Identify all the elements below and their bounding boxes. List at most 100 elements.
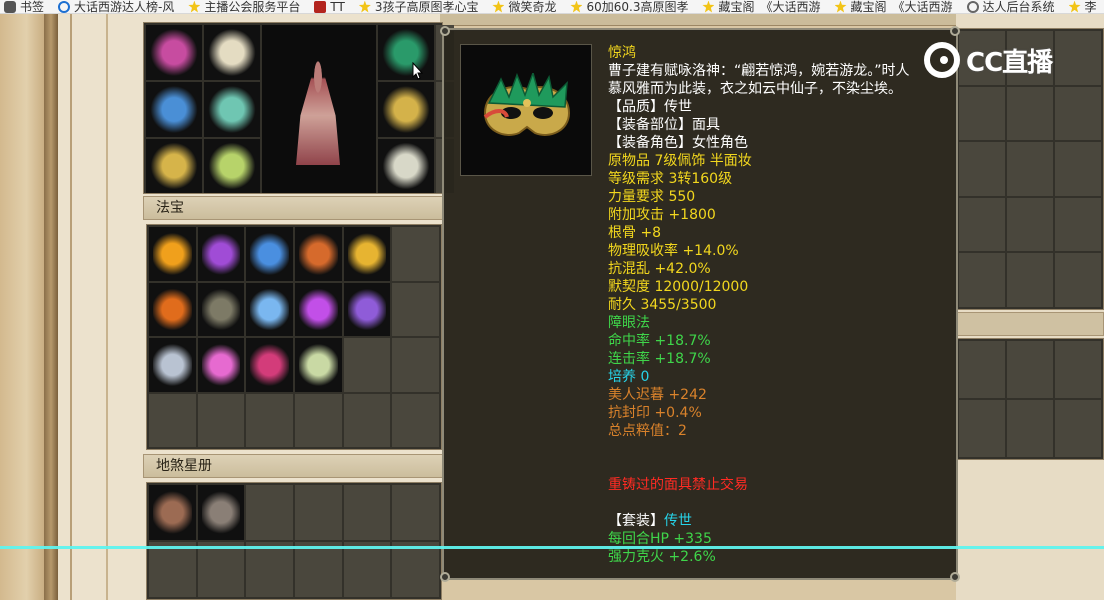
tooltip-line: 慕风雅而为此装，衣之如云中仙子，不染尘埃。: [608, 80, 958, 98]
empty-slot[interactable]: [197, 393, 245, 447]
inventory-slot[interactable]: [959, 197, 1005, 252]
empty-slot[interactable]: [149, 542, 196, 597]
app-icon: [314, 0, 327, 13]
stone-tablet-icon: [201, 286, 241, 332]
inventory-slot[interactable]: [1055, 197, 1101, 252]
bookmark-item[interactable]: 微笑奇龙: [488, 0, 566, 13]
inventory-slot[interactable]: [1055, 253, 1101, 307]
empty-slot[interactable]: [343, 338, 391, 392]
fire-orb-slot[interactable]: [149, 227, 196, 281]
tooltip-corner: [950, 572, 960, 582]
bookmark-item[interactable]: 60加60.3高原图孝: [566, 0, 698, 13]
gold-pendant-slot[interactable]: [146, 139, 202, 193]
inventory-slot[interactable]: [1007, 253, 1053, 307]
inventory-slot[interactable]: [1055, 31, 1101, 85]
inventory-slot[interactable]: [1055, 86, 1101, 141]
tooltip-line-text: 物理吸收率 +14.0%: [608, 243, 739, 259]
tooltip-line: 耐久 3455/3500: [608, 296, 958, 314]
bookmark-label: 主播公会服务平台: [204, 0, 301, 14]
inventory-slot[interactable]: [959, 142, 1005, 196]
empty-slot[interactable]: [149, 393, 196, 447]
pipa-slot[interactable]: [295, 227, 342, 281]
stone-tablet-slot[interactable]: [197, 282, 245, 336]
empty-slot[interactable]: [197, 542, 245, 597]
purple-lantern-slot[interactable]: [343, 282, 391, 336]
mouse-cursor-icon: [412, 62, 424, 80]
jade-cube-slot[interactable]: [295, 338, 342, 392]
tentacle-accessory-slot[interactable]: [146, 25, 202, 80]
character-portrait: [262, 25, 376, 193]
empty-slot[interactable]: [295, 393, 342, 447]
warrior-card-2-slot[interactable]: [197, 485, 245, 540]
flame-fan-slot[interactable]: [149, 282, 196, 336]
tooltip-line-text: 慕风雅而为此装，衣之如云中仙子，不染尘埃。: [608, 81, 902, 97]
bookmark-item[interactable]: 书签: [0, 0, 54, 13]
tooltip-line: 抗封印 +0.4%: [608, 404, 958, 422]
blue-claw-slot[interactable]: [246, 227, 293, 281]
skull-helmet-icon: [208, 29, 256, 76]
tooltip-line: 总点粹值：2: [608, 422, 958, 440]
empty-slot[interactable]: [392, 227, 439, 281]
inventory-slot[interactable]: [959, 341, 1005, 398]
mask-slot-slot[interactable]: [378, 25, 434, 80]
bookmark-item[interactable]: 藏宝阁_《大话西游: [831, 0, 963, 13]
cc-logo-icon: [924, 42, 960, 78]
green-armor-slot[interactable]: [204, 82, 260, 137]
bookmark-item[interactable]: 李: [1065, 0, 1104, 13]
green-boots-icon: [208, 143, 256, 189]
empty-slot[interactable]: [295, 542, 342, 597]
blue-spear-slot[interactable]: [146, 82, 202, 137]
ice-gauntlet-slot[interactable]: [246, 282, 293, 336]
bookmark-item[interactable]: 3孩子高原图孝心宝: [355, 0, 489, 13]
ring-slot-slot[interactable]: [378, 82, 434, 137]
skull-helmet-slot[interactable]: [204, 25, 260, 80]
empty-slot[interactable]: [392, 282, 439, 336]
purple-scroll-icon: [201, 231, 241, 277]
necklace-slot-slot[interactable]: [378, 139, 434, 193]
empty-slot[interactable]: [343, 542, 391, 597]
empty-slot[interactable]: [246, 393, 293, 447]
tooltip-line: 【套装】传世: [608, 512, 958, 530]
red-charm-slot[interactable]: [246, 338, 293, 392]
bookmark-item[interactable]: 主播公会服务平台: [184, 0, 310, 14]
pink-lantern-slot[interactable]: [197, 338, 245, 392]
inventory-slot[interactable]: [959, 86, 1005, 141]
empty-slot[interactable]: [392, 485, 439, 540]
inventory-slot[interactable]: [1007, 341, 1053, 398]
inventory-slot[interactable]: [1055, 142, 1101, 196]
empty-slot[interactable]: [246, 542, 293, 597]
tooltip-line-text: 力量要求 550: [608, 189, 696, 205]
frame-border: [44, 14, 58, 600]
inventory-slot[interactable]: [959, 400, 1005, 457]
purple-whip-slot[interactable]: [295, 282, 342, 336]
empty-slot[interactable]: [392, 542, 439, 597]
empty-slot[interactable]: [392, 393, 439, 447]
green-boots-slot[interactable]: [204, 139, 260, 193]
silver-blade-slot[interactable]: [149, 338, 196, 392]
inventory-slot[interactable]: [1055, 341, 1101, 398]
inventory-slot[interactable]: [1007, 400, 1053, 457]
inventory-slot[interactable]: [1007, 142, 1053, 196]
inventory-slot[interactable]: [1007, 197, 1053, 252]
warrior-card-1-slot[interactable]: [149, 485, 196, 540]
purple-scroll-slot[interactable]: [197, 227, 245, 281]
tooltip-line-text: 耐久 3455/3500: [608, 297, 717, 313]
bookmark-item[interactable]: 藏宝阁_《大话西游: [698, 0, 830, 13]
gold-pagoda-slot[interactable]: [343, 227, 391, 281]
inventory-slot[interactable]: [1055, 400, 1101, 457]
tooltip-line: 附加攻击 +1800: [608, 206, 958, 224]
empty-slot[interactable]: [343, 393, 391, 447]
bookmark-item[interactable]: TT: [310, 0, 354, 13]
empty-slot[interactable]: [295, 485, 342, 540]
tooltip-line: 连击率 +18.7%: [608, 350, 958, 368]
empty-slot[interactable]: [392, 338, 439, 392]
tooltip-line-text: 【装备角色】女性角色: [608, 135, 748, 151]
bookmark-item[interactable]: 大话西游达人榜-风: [54, 0, 184, 13]
tooltip-line: 强力克火 +2.6%: [608, 548, 958, 566]
inventory-slot[interactable]: [959, 253, 1005, 307]
empty-slot[interactable]: [343, 485, 391, 540]
inventory-slot[interactable]: [1007, 86, 1053, 141]
empty-slot[interactable]: [246, 485, 293, 540]
bookmark-item[interactable]: 达人后台系统: [963, 0, 1065, 13]
star-book-grid: [146, 482, 442, 600]
